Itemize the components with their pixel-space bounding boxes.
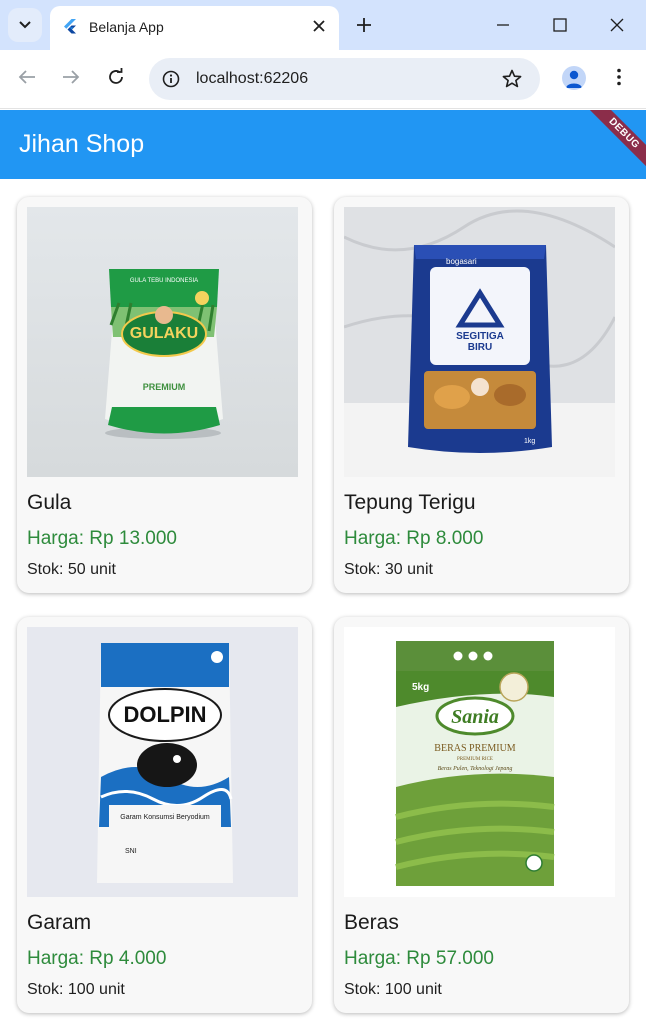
svg-text:PREMIUM RICE: PREMIUM RICE [457, 757, 493, 762]
account-icon [566, 70, 582, 88]
forward-button[interactable] [59, 65, 83, 89]
flutter-logo-icon [64, 19, 76, 34]
product-card-garam[interactable]: DOLPIN Garam Konsumsi Beryodium SNI Gara… [17, 617, 312, 1013]
svg-text:1kg: 1kg [524, 438, 535, 445]
product-stock: Stok: 100 unit [344, 981, 442, 998]
product-name: Beras [344, 911, 399, 934]
product-name: Garam [27, 911, 92, 934]
reload-button[interactable] [104, 65, 128, 89]
maximize-button[interactable] [548, 13, 572, 37]
product-price: Harga: Rp 57.000 [344, 948, 494, 969]
svg-text:PREMIUM: PREMIUM [143, 382, 186, 392]
product-stock: Stok: 50 unit [27, 561, 116, 578]
product-card-beras[interactable]: 5kg Sania BERAS PREMIUM PREMIUM RICE Ber… [334, 617, 629, 1013]
arrow-right-icon [63, 70, 80, 84]
product-image-beras: 5kg Sania BERAS PREMIUM PREMIUM RICE Ber… [344, 627, 615, 897]
url-text: localhost:62206 [196, 70, 309, 87]
dolpin-logo-text: DOLPIN [123, 702, 206, 727]
chevron-down-icon [19, 21, 31, 29]
star-icon [502, 69, 522, 88]
reload-icon [109, 68, 123, 84]
product-price: Harga: Rp 8.000 [344, 528, 484, 549]
product-price: Harga: Rp 13.000 [27, 528, 177, 549]
svg-text:bogasari: bogasari [446, 257, 477, 266]
window-close-button[interactable] [605, 13, 629, 37]
browser-menu-button[interactable] [607, 65, 631, 89]
plus-icon [357, 18, 371, 32]
svg-text:Beras Pulen, Teknologi Jepang: Beras Pulen, Teknologi Jepang [438, 766, 513, 772]
svg-text:BERAS PREMIUM: BERAS PREMIUM [434, 743, 516, 754]
address-bar[interactable]: localhost:62206 [149, 58, 540, 100]
product-image-garam: DOLPIN Garam Konsumsi Beryodium SNI [27, 627, 298, 897]
close-icon [313, 20, 325, 32]
bookmark-button[interactable] [500, 67, 524, 91]
svg-text:5kg: 5kg [412, 682, 429, 693]
arrow-left-icon [18, 70, 35, 84]
svg-text:SNI: SNI [125, 848, 137, 855]
tab-close-button[interactable] [307, 14, 331, 38]
gulaku-logo-text: GULAKU [130, 325, 198, 342]
minimize-icon [497, 24, 509, 26]
tab-title: Belanja App [89, 19, 164, 35]
product-card-tepung-terigu[interactable]: bogasari SEGITIGA BIRU 1kg Tepung Terigu… [334, 197, 629, 593]
app-title: Jihan Shop [19, 130, 145, 158]
browser-tab[interactable]: Belanja App [50, 6, 339, 50]
minimize-button[interactable] [491, 13, 515, 37]
svg-text:BIRU: BIRU [468, 342, 492, 353]
svg-text:Garam Konsumsi Beryodium: Garam Konsumsi Beryodium [120, 814, 210, 821]
product-price: Harga: Rp 4.000 [27, 948, 167, 969]
product-stock: Stok: 100 unit [27, 981, 125, 998]
svg-text:GULA TEBU INDONESIA: GULA TEBU INDONESIA [130, 278, 198, 284]
new-tab-button[interactable] [352, 13, 376, 37]
profile-button[interactable] [562, 66, 586, 90]
maximize-icon [553, 18, 567, 32]
product-grid: GULAKU GULA TEBU INDONESIA PREMIUM Gula … [0, 179, 646, 1021]
browser-tab-bar: Belanja App [0, 0, 646, 50]
product-stock: Stok: 30 unit [344, 561, 433, 578]
product-card-gula[interactable]: GULAKU GULA TEBU INDONESIA PREMIUM Gula … [17, 197, 312, 593]
sania-logo-text: Sania [451, 706, 499, 728]
browser-toolbar: localhost:62206 [0, 50, 646, 109]
product-name: Tepung Terigu [344, 491, 476, 514]
product-name: Gula [27, 491, 72, 514]
debug-banner: DEBUG [583, 110, 646, 175]
close-icon [610, 18, 624, 32]
site-info-button[interactable] [159, 67, 183, 91]
app-bar: Jihan Shop DEBUG [0, 110, 646, 179]
more-vert-icon [617, 68, 621, 86]
product-image-gula: GULAKU GULA TEBU INDONESIA PREMIUM [27, 207, 298, 477]
product-image-tepung-terigu: bogasari SEGITIGA BIRU 1kg [344, 207, 615, 477]
tab-search-button[interactable] [8, 8, 42, 42]
info-icon [162, 70, 180, 88]
back-button[interactable] [15, 65, 39, 89]
svg-text:SEGITIGA: SEGITIGA [456, 331, 504, 342]
